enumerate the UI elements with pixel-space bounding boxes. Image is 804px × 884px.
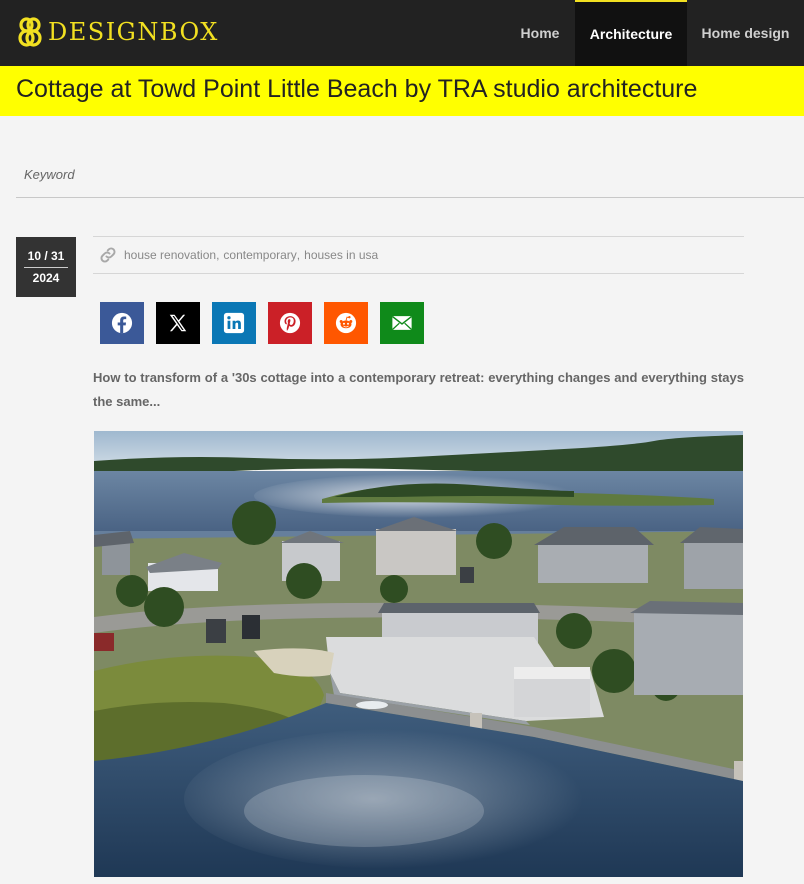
linkedin-icon [223, 312, 245, 334]
article-image[interactable] [94, 431, 743, 877]
tag-contemporary[interactable]: contemporary [223, 248, 296, 262]
page-title: Cottage at Towd Point Little Beach by TR… [16, 75, 698, 103]
search-bar [16, 156, 804, 198]
search-input[interactable] [16, 156, 804, 192]
x-icon [169, 314, 187, 332]
tag-separator: , [216, 248, 220, 262]
reddit-icon [335, 312, 357, 334]
tag-house-renovation[interactable]: house renovation [124, 248, 216, 262]
nav-architecture[interactable]: Architecture [575, 0, 687, 66]
nav-home[interactable]: Home [505, 0, 575, 66]
tag-houses-in-usa[interactable]: houses in usa [304, 248, 378, 262]
logo-icon [18, 17, 42, 47]
linkedin-share-button[interactable] [212, 302, 256, 344]
date-divider [24, 267, 68, 268]
top-navbar: DESIGNBOX Home Architecture Home design [0, 0, 804, 66]
site-logo[interactable]: DESIGNBOX [18, 14, 219, 50]
link-icon [100, 247, 116, 263]
email-share-button[interactable] [380, 302, 424, 344]
date-badge: 10 / 31 2024 [16, 237, 76, 297]
pinterest-share-button[interactable] [268, 302, 312, 344]
date-year: 2024 [32, 271, 60, 285]
share-buttons [100, 302, 424, 344]
date-month-day: 10 / 31 [27, 249, 65, 263]
title-band: Cottage at Towd Point Little Beach by TR… [0, 66, 804, 116]
email-icon [391, 315, 413, 331]
logo-text: DESIGNBOX [48, 18, 219, 46]
main-nav: Home Architecture Home design [505, 0, 804, 66]
article-excerpt: How to transform of a '30s cottage into … [93, 370, 744, 409]
facebook-share-button[interactable] [100, 302, 144, 344]
reddit-share-button[interactable] [324, 302, 368, 344]
tag-list: house renovation, contemporary, houses i… [93, 236, 744, 274]
x-share-button[interactable] [156, 302, 200, 344]
tag-separator: , [296, 248, 301, 262]
facebook-icon [111, 312, 133, 334]
aerial-photo [94, 431, 743, 877]
pinterest-icon [279, 312, 301, 334]
nav-home-design[interactable]: Home design [687, 0, 804, 66]
